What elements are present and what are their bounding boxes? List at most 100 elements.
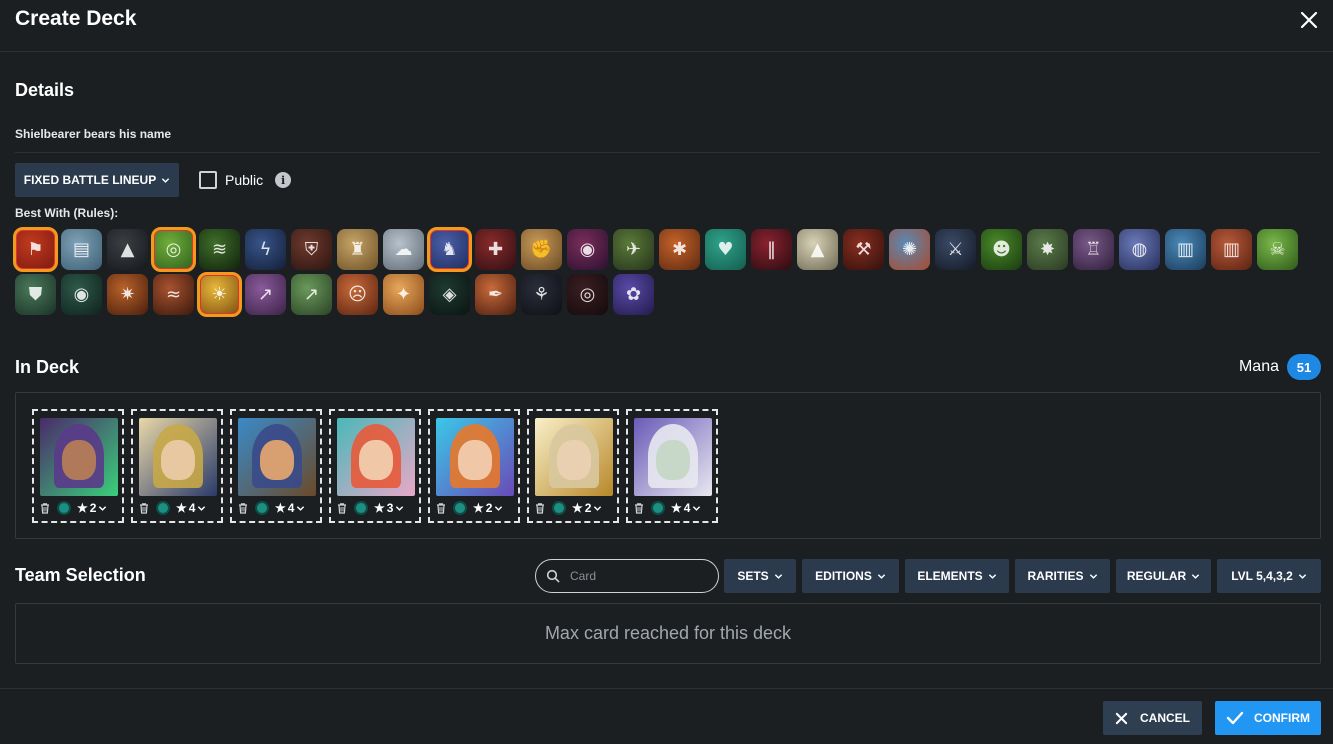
card-face	[260, 440, 294, 480]
trash-icon[interactable]	[534, 502, 546, 514]
diamond-rule-icon[interactable]: ◈	[429, 274, 470, 315]
sun-burst-rule-icon[interactable]: ☀	[197, 272, 242, 317]
feather-rule-icon[interactable]: ✒	[475, 274, 516, 315]
lance-rule-icon[interactable]: ↗	[245, 274, 286, 315]
deck-name-text[interactable]: Shielbearer bears his name	[15, 127, 171, 141]
claws-rule-icon[interactable]: ≈	[153, 274, 194, 315]
level-selector[interactable]: ★ 3	[374, 501, 404, 515]
ghost-monk-card[interactable]: ★ 4	[626, 409, 718, 523]
chevron-down-icon	[297, 505, 305, 511]
filter-regular-button[interactable]: REGULAR	[1116, 559, 1211, 593]
rule-glyph: ✱	[671, 239, 688, 260]
bars-rule-icon[interactable]: ‖	[751, 229, 792, 270]
filter-rarities-button[interactable]: RARITIES	[1015, 559, 1110, 593]
details-heading: Details	[15, 80, 75, 100]
bullseye-rule-icon[interactable]: ◎	[567, 274, 608, 315]
chevron-down-icon	[1298, 573, 1306, 579]
card-art	[436, 418, 514, 496]
armored-knight-card[interactable]: ★ 4	[131, 409, 223, 523]
skull-rule-icon[interactable]: ☠	[1257, 229, 1298, 270]
trash-icon[interactable]	[237, 502, 249, 514]
trash-icon[interactable]	[435, 502, 447, 514]
flag-rule-icon[interactable]: ⚑	[13, 227, 58, 272]
filter-sets-button[interactable]: SETS	[724, 559, 796, 593]
hooded-figure-rule-icon[interactable]: ▲	[107, 229, 148, 270]
filter-label: SETS	[737, 569, 769, 583]
rule-glyph: ✒	[487, 284, 504, 305]
trash-icon[interactable]	[138, 502, 150, 514]
heart-up-rule-icon[interactable]: ♥	[705, 229, 746, 270]
hooded-summoner-card[interactable]: ★ 2	[32, 409, 124, 523]
rule-glyph: ✚	[487, 239, 504, 260]
eye-rule-icon[interactable]: ◉	[61, 274, 102, 315]
burst-rule-icon[interactable]: ✸	[1027, 229, 1068, 270]
red-haired-mage-card[interactable]: ★ 3	[329, 409, 421, 523]
spear-rule-icon[interactable]: ↗	[291, 274, 332, 315]
chevron-down-icon	[594, 505, 602, 511]
info-icon[interactable]: i	[275, 172, 292, 188]
rule-glyph: ⚑	[27, 239, 44, 260]
thorns-rule-icon[interactable]: ≋	[199, 229, 240, 270]
rule-glyph: ≈	[165, 284, 182, 305]
trash-icon[interactable]	[39, 502, 51, 514]
sparkle-rule-icon[interactable]: ✦	[383, 274, 424, 315]
sword-circle-rule-icon[interactable]: ⚔	[935, 229, 976, 270]
filter-editions-button[interactable]: EDITIONS	[802, 559, 899, 593]
pirate-captain-card[interactable]: ★ 4	[230, 409, 322, 523]
rules-grid: ⚑ ▤ ▲ ◎ ≋ ϟ ⛨ ♜ ☁ ♞ ✚ ✊ ◉ ✈ ✱ ♥ ‖ ▲ ⚒ ✺ ⚔ ☻ ✸ ♖ ◍ ▥ ▥ ☠ ⛊ ◉ ✷ ≈ ☀ ↗ ↗ ☹ ✦ ◈ ✒ ⚘…	[13, 227, 1315, 317]
level-selector[interactable]: ★ 2	[473, 501, 503, 515]
tower-rule-icon[interactable]: ♖	[1073, 229, 1114, 270]
card-stack-red-rule-icon[interactable]: ▥	[1211, 229, 1252, 270]
lightning-rule-icon[interactable]: ϟ	[245, 229, 286, 270]
level-selector[interactable]: ★ 2	[77, 501, 107, 515]
fixed-battle-lineup-button[interactable]: FIXED BATTLE LINEUP	[15, 163, 179, 197]
shield-bash-rule-icon[interactable]: ⛊	[15, 274, 56, 315]
explosion-rule-icon[interactable]: ✷	[107, 274, 148, 315]
card-search[interactable]	[535, 559, 719, 593]
star-icon: ★	[671, 501, 682, 515]
old-sage-card[interactable]: ★ 2	[527, 409, 619, 523]
mountain-rule-icon[interactable]: ▲	[797, 229, 838, 270]
filter-elements-button[interactable]: ELEMENTS	[905, 559, 1009, 593]
bird-rule-icon[interactable]: ✈	[613, 229, 654, 270]
public-toggle[interactable]: Public i	[199, 171, 292, 189]
color-wheel-rule-icon[interactable]: ✺	[889, 229, 930, 270]
rule-glyph: ☠	[1269, 239, 1286, 260]
flower-burst-rule-icon[interactable]: ✿	[613, 274, 654, 315]
search-input[interactable]	[570, 569, 700, 583]
rule-glyph: ⚔	[947, 239, 964, 260]
rule-glyph: ♜	[349, 239, 366, 260]
trash-icon[interactable]	[336, 502, 348, 514]
cards-swap-rule-icon[interactable]: ▤	[61, 229, 102, 270]
cloud-rule-icon[interactable]: ☁	[383, 229, 424, 270]
level-selector[interactable]: ★ 4	[671, 501, 701, 515]
brute-rule-icon[interactable]: ☹	[337, 274, 378, 315]
trophy-rule-icon[interactable]: ♜	[337, 229, 378, 270]
goblin-rule-icon[interactable]: ☻	[981, 229, 1022, 270]
level-selector[interactable]: ★ 2	[572, 501, 602, 515]
card-stack-blue-rule-icon[interactable]: ▥	[1165, 229, 1206, 270]
edition-icon	[651, 501, 665, 515]
shield-rule-icon[interactable]: ⛨	[291, 229, 332, 270]
horned-helmet-rule-icon[interactable]: ♞	[427, 227, 472, 272]
trash-icon[interactable]	[633, 502, 645, 514]
close-icon[interactable]	[1299, 10, 1319, 30]
confirm-button[interactable]: CONFIRM	[1215, 701, 1321, 735]
crystal-ball-rule-icon[interactable]: ◍	[1119, 229, 1160, 270]
filter-level-button[interactable]: LVL 5,4,3,2	[1217, 559, 1321, 593]
level-selector[interactable]: ★ 4	[275, 501, 305, 515]
cancel-button[interactable]: CANCEL	[1103, 701, 1202, 735]
public-checkbox[interactable]	[199, 171, 217, 189]
monster-rule-icon[interactable]: ⚘	[521, 274, 562, 315]
eye-arrow-rule-icon[interactable]: ◉	[567, 229, 608, 270]
fist-rule-icon[interactable]: ✊	[521, 229, 562, 270]
rule-glyph: ▥	[1176, 239, 1194, 260]
muscle-rule-icon[interactable]: ✱	[659, 229, 700, 270]
target-arrow-rule-icon[interactable]: ◎	[151, 227, 196, 272]
ice-sorceress-card[interactable]: ★ 2	[428, 409, 520, 523]
rule-glyph: ⛊	[28, 284, 43, 305]
level-selector[interactable]: ★ 4	[176, 501, 206, 515]
axe-rule-icon[interactable]: ⚒	[843, 229, 884, 270]
card-controls: ★ 2	[534, 500, 613, 516]
bandage-rule-icon[interactable]: ✚	[475, 229, 516, 270]
